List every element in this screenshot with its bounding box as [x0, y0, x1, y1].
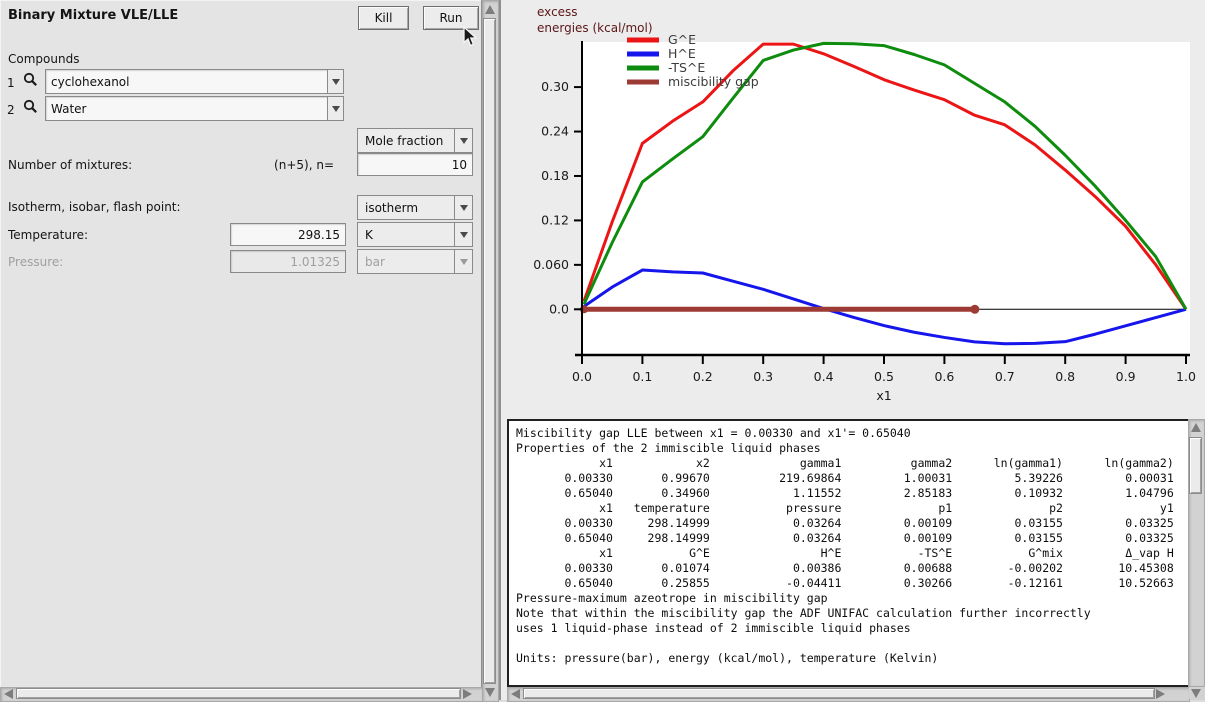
chevron-down-icon — [460, 138, 468, 144]
run-button[interactable]: Run — [423, 6, 479, 30]
y-tick-label: 0.12 — [541, 212, 569, 227]
mode-label: Isotherm, isobar, flash point: — [8, 200, 181, 214]
scroll-down-button[interactable] — [483, 686, 496, 699]
mode-combo[interactable]: isotherm — [357, 195, 473, 220]
y-tick-label: 0.30 — [541, 79, 569, 94]
triangle-down-icon — [485, 688, 495, 697]
left-vertical-scrollbar[interactable] — [482, 0, 499, 702]
triangle-right-icon — [1156, 689, 1165, 699]
compound-1-input[interactable]: cyclohexanol — [45, 69, 344, 94]
x-tick-label: 0.6 — [934, 369, 954, 384]
combo-arrow-button[interactable] — [454, 129, 472, 152]
mixtures-input[interactable]: 10 — [357, 153, 473, 176]
temperature-unit-value: K — [358, 223, 454, 246]
mixtures-value: 10 — [452, 158, 467, 172]
compound-1-search-button[interactable] — [20, 69, 41, 94]
compound-2-value: Water — [51, 102, 86, 116]
y-tick-label: 0.060 — [533, 257, 569, 272]
pressure-unit-value: bar — [358, 250, 454, 273]
compound-1-dropdown-button[interactable] — [327, 69, 344, 94]
compounds-label: Compounds — [8, 52, 79, 66]
scroll-up-button[interactable] — [483, 3, 496, 16]
triangle-left-icon — [4, 689, 13, 699]
scrollbar-thumb[interactable] — [523, 688, 1155, 699]
mode-value: isotherm — [358, 196, 454, 219]
temperature-label: Temperature: — [8, 228, 88, 242]
search-icon — [23, 99, 38, 118]
temperature-input[interactable]: 298.15 — [230, 223, 346, 246]
x-tick-label: 0.8 — [1055, 369, 1075, 384]
triangle-up-icon — [1191, 423, 1201, 432]
app-window: { "window": { "title": "Binary Mixture V… — [0, 0, 1205, 700]
chevron-down-icon — [460, 232, 468, 238]
output-vertical-scrollbar[interactable] — [1188, 419, 1205, 687]
panel-title: Binary Mixture VLE/LLE — [8, 8, 178, 23]
miscibility-gap-right-marker — [970, 305, 979, 314]
combo-arrow-button[interactable] — [454, 196, 472, 219]
pressure-value: 1.01325 — [290, 255, 340, 269]
scrollbar-thumb[interactable] — [16, 688, 461, 699]
legend-label: miscibility gap — [668, 74, 759, 89]
search-icon — [23, 72, 38, 91]
combo-arrow-button[interactable] — [454, 250, 472, 273]
compound-2-dropdown-button[interactable] — [327, 96, 344, 121]
x-axis-label: x1 — [876, 388, 891, 403]
y-tick-label: 0.18 — [541, 168, 569, 183]
mixtures-label: Number of mixtures: — [8, 158, 132, 172]
chevron-down-icon — [460, 259, 468, 265]
legend-label: H^E — [668, 46, 696, 61]
x-tick-label: 0.7 — [995, 369, 1015, 384]
triangle-left-icon — [511, 689, 520, 699]
scroll-up-button[interactable] — [1189, 421, 1202, 434]
output-text: Miscibility gap LLE between x1 = 0.00330… — [509, 421, 1188, 666]
temperature-value: 298.15 — [298, 228, 340, 242]
fraction-unit-value: Mole fraction — [358, 129, 454, 152]
legend-label: -TS^E — [668, 60, 705, 75]
pressure-input[interactable]: 1.01325 — [230, 250, 346, 273]
pressure-unit-combo[interactable]: bar — [357, 249, 473, 274]
x-tick-label: 0.3 — [753, 369, 773, 384]
excess-energies-chart: 0.0 0.1 0.2 0.3 0.4 0.5 0.6 0.7 0.8 0.9 1.0 0.0 0.06… — [501, 0, 1205, 418]
chevron-down-icon — [332, 106, 340, 112]
scroll-left-button[interactable] — [509, 688, 522, 699]
legend-label: G^E — [668, 32, 696, 47]
triangle-right-icon — [463, 689, 472, 699]
compound-2-search-button[interactable] — [20, 96, 41, 121]
chevron-down-icon — [332, 79, 340, 85]
kill-button[interactable]: Kill — [358, 6, 409, 30]
scroll-down-button[interactable] — [1189, 687, 1203, 699]
compound-2-index: 2 — [7, 103, 15, 117]
output-log-panel: Miscibility gap LLE between x1 = 0.00330… — [507, 419, 1205, 700]
compound-1-value: cyclohexanol — [51, 75, 130, 89]
scroll-left-button[interactable] — [2, 688, 15, 699]
x-tick-label: 1.0 — [1176, 369, 1196, 384]
mixtures-formula-label: (n+5), n= — [230, 158, 334, 172]
x-tick-label: 0.2 — [693, 369, 713, 384]
y-tick-label: 0.0 — [549, 301, 569, 316]
x-tick-label: 0.0 — [572, 369, 592, 384]
x-tick-label: 0.4 — [814, 369, 834, 384]
triangle-up-icon — [485, 5, 495, 14]
x-tick-label: 0.1 — [632, 369, 652, 384]
x-tick-label: 0.5 — [874, 369, 894, 384]
compound-2-input[interactable]: Water — [45, 96, 344, 121]
chevron-down-icon — [460, 205, 468, 211]
scrollbar-thumb[interactable] — [1189, 437, 1202, 494]
fraction-unit-combo[interactable]: Mole fraction — [357, 128, 473, 153]
scroll-right-button[interactable] — [1154, 688, 1167, 699]
y-tick-label: 0.24 — [541, 124, 569, 139]
pressure-label: Pressure: — [8, 255, 63, 269]
scroll-right-button[interactable] — [461, 688, 474, 699]
results-panel: excess energies (kcal/mol) 0.00.10.20.30… — [501, 0, 1205, 700]
compound-1-index: 1 — [7, 76, 15, 90]
parameters-panel: Binary Mixture VLE/LLE Kill Run Compound… — [0, 0, 482, 687]
output-text-box: Miscibility gap LLE between x1 = 0.00330… — [507, 419, 1190, 687]
x-tick-label: 0.9 — [1116, 369, 1136, 384]
triangle-down-icon — [1191, 689, 1201, 698]
combo-arrow-button[interactable] — [454, 223, 472, 246]
scrollbar-thumb[interactable] — [483, 18, 496, 684]
temperature-unit-combo[interactable]: K — [357, 222, 473, 247]
